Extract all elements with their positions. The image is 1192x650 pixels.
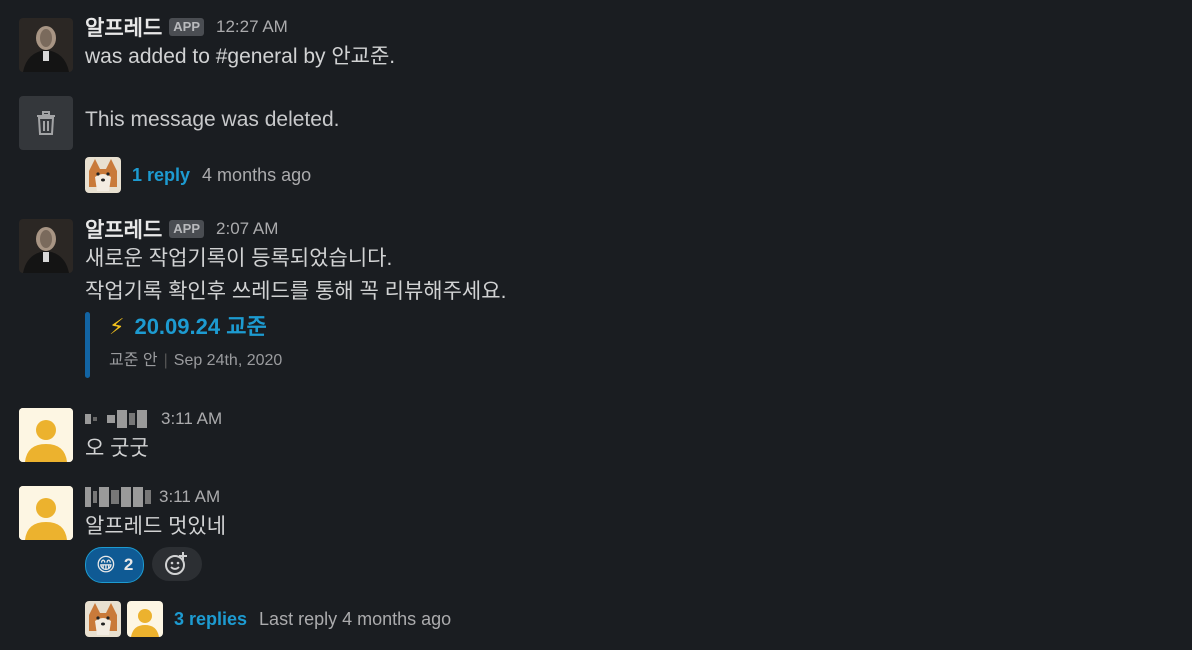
message-text: 오 굿굿: [85, 437, 149, 460]
timestamp[interactable]: 3:11 AM: [161, 409, 222, 429]
reply-avatar: [85, 601, 121, 637]
message-text: 알프레드 멋있네: [85, 515, 227, 538]
message-text-line-1: 새로운 작업기록이 등록되었습니다.: [85, 247, 393, 270]
redacted-sender-name[interactable]: [85, 408, 147, 430]
reply-count-link[interactable]: 3 replies: [174, 609, 247, 630]
thread-summary[interactable]: 3 replies Last reply 4 months ago: [85, 601, 1172, 637]
message-text: was added to #general by 안교준.: [85, 45, 396, 68]
attachment-title-text[interactable]: 20.09.24 교준: [134, 314, 266, 339]
trash-avatar: [19, 96, 73, 150]
reaction-grin[interactable]: 😁 2: [85, 547, 145, 583]
reply-avatar: [85, 157, 121, 193]
timestamp[interactable]: 12:27 AM: [216, 17, 288, 37]
add-reaction-button[interactable]: [152, 547, 203, 581]
trash-icon: [37, 111, 55, 135]
app-badge: APP: [169, 18, 205, 36]
default-avatar[interactable]: [19, 408, 73, 462]
default-avatar[interactable]: [19, 486, 73, 540]
deleted-message-text: This message was deleted.: [85, 108, 340, 131]
avatar[interactable]: [19, 18, 73, 72]
reply-count-link[interactable]: 1 reply: [132, 165, 190, 186]
thread-summary[interactable]: 1 reply 4 months ago: [85, 157, 1172, 193]
add-emoji-icon: [165, 552, 188, 575]
redacted-sender-name[interactable]: [85, 486, 151, 508]
sender-name[interactable]: 알프레드: [85, 12, 162, 42]
timestamp[interactable]: 3:11 AM: [159, 487, 220, 507]
reply-meta: 4 months ago: [202, 164, 312, 185]
lightning-icon: ⚡: [109, 314, 125, 339]
avatar[interactable]: [19, 219, 73, 273]
attachment-card: ⚡ 20.09.24 교준 교준 안 | Sep 24th, 2020: [85, 312, 1172, 378]
reply-meta: Last reply 4 months ago: [259, 608, 452, 629]
attachment-bar: [85, 312, 90, 378]
app-badge: APP: [169, 220, 205, 238]
message-feed: 알프레드 APP 12:27 AM was added to #general …: [0, 0, 1192, 650]
reply-avatar: [127, 601, 163, 637]
reaction-count: 2: [123, 555, 134, 574]
attachment-footer: 교준 안 | Sep 24th, 2020: [109, 346, 1172, 370]
reaction-bar: 😁 2: [85, 547, 1172, 583]
timestamp[interactable]: 2:07 AM: [216, 219, 278, 239]
message-text-line-2: 작업기록 확인후 쓰레드를 통해 꼭 리뷰해주세요.: [85, 280, 507, 303]
footer-separator: |: [163, 352, 168, 369]
attachment-date: Sep 24th, 2020: [173, 352, 283, 369]
attachment-title[interactable]: ⚡ 20.09.24 교준: [109, 312, 1172, 346]
attachment-author: 교준 안: [109, 352, 158, 369]
sender-name[interactable]: 알프레드: [85, 214, 162, 244]
grin-emoji-icon: 😁: [96, 554, 116, 576]
